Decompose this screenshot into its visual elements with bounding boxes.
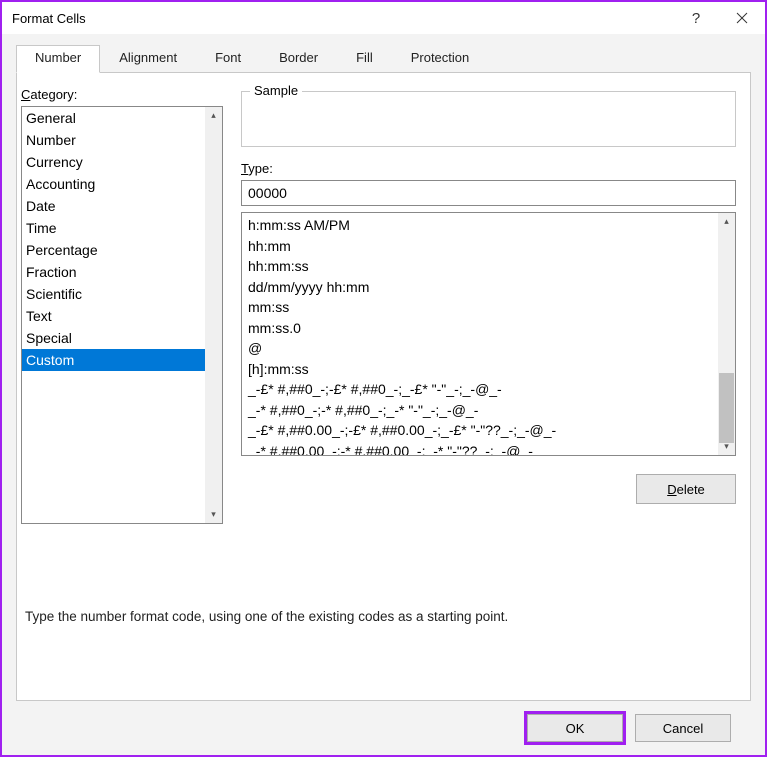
category-item[interactable]: Special — [22, 327, 205, 349]
category-scrollbar[interactable]: ▴ ▾ — [205, 107, 222, 523]
type-label-rest: ype: — [248, 161, 273, 176]
type-list-item[interactable]: hh:mm:ss — [248, 256, 712, 277]
category-item[interactable]: Text — [22, 305, 205, 327]
sample-legend: Sample — [250, 83, 302, 98]
type-list-item[interactable]: mm:ss.0 — [248, 318, 712, 339]
scroll-down-icon[interactable]: ▾ — [205, 506, 222, 523]
type-list-item[interactable]: h:mm:ss AM/PM — [248, 215, 712, 236]
scroll-up-icon[interactable]: ▴ — [205, 107, 222, 124]
category-label-rest: ategory: — [30, 87, 77, 102]
tab-strip: Number Alignment Font Border Fill Protec… — [16, 44, 751, 72]
help-button[interactable]: ? — [673, 2, 719, 34]
type-list-item[interactable]: _-* #,##0_-;-* #,##0_-;_-* "-"_-;_-@_- — [248, 400, 712, 421]
type-list-item[interactable]: dd/mm/yyyy hh:mm — [248, 277, 712, 298]
type-list-item[interactable]: @ — [248, 338, 712, 359]
type-list-item[interactable]: _-£* #,##0.00_-;-£* #,##0.00_-;_-£* "-"?… — [248, 420, 712, 441]
type-list-item[interactable]: _-£* #,##0_-;-£* #,##0_-;_-£* "-"_-;_-@_… — [248, 379, 712, 400]
format-cells-dialog: Format Cells ? Number Alignment Font Bor… — [0, 0, 767, 757]
category-column: Category: GeneralNumberCurrencyAccountin… — [17, 87, 223, 690]
tab-fill[interactable]: Fill — [337, 45, 392, 73]
type-scrollbar[interactable]: ▴ ▾ — [718, 213, 735, 455]
category-item[interactable]: Fraction — [22, 261, 205, 283]
title-bar: Format Cells ? — [2, 2, 765, 34]
category-item[interactable]: Custom — [22, 349, 205, 371]
right-column: Sample Type: h:mm:ss AM/PMhh:mmhh:mm:ssd… — [223, 87, 736, 690]
type-list-item[interactable]: mm:ss — [248, 297, 712, 318]
type-list-item[interactable]: _-* #,##0.00_-;-* #,##0.00_-;_-* "-"??_-… — [248, 441, 712, 457]
close-button[interactable] — [719, 2, 765, 34]
category-item[interactable]: Accounting — [22, 173, 205, 195]
ok-button[interactable]: OK — [527, 714, 623, 742]
scroll-up-icon[interactable]: ▴ — [718, 213, 735, 230]
category-item[interactable]: Percentage — [22, 239, 205, 261]
tab-border[interactable]: Border — [260, 45, 337, 73]
client-area: Number Alignment Font Border Fill Protec… — [2, 34, 765, 755]
cancel-button[interactable]: Cancel — [635, 714, 731, 742]
type-input[interactable] — [241, 180, 736, 206]
category-listbox[interactable]: GeneralNumberCurrencyAccountingDateTimeP… — [21, 106, 223, 524]
type-label: Type: — [241, 161, 736, 176]
tab-number[interactable]: Number — [16, 45, 100, 73]
window-title: Format Cells — [12, 11, 673, 26]
category-item[interactable]: Scientific — [22, 283, 205, 305]
tab-font[interactable]: Font — [196, 45, 260, 73]
close-icon — [736, 12, 748, 24]
help-text: Type the number format code, using one o… — [25, 609, 508, 624]
delete-button[interactable]: Delete — [636, 474, 736, 504]
category-accel: C — [21, 87, 30, 102]
category-item[interactable]: General — [22, 107, 205, 129]
type-listbox[interactable]: h:mm:ss AM/PMhh:mmhh:mm:ssdd/mm/yyyy hh:… — [241, 212, 736, 456]
type-list-item[interactable]: [h]:mm:ss — [248, 359, 712, 380]
sample-group: Sample — [241, 91, 736, 147]
tab-protection[interactable]: Protection — [392, 45, 489, 73]
tab-alignment[interactable]: Alignment — [100, 45, 196, 73]
button-bar: OK Cancel — [16, 701, 751, 755]
type-list-item[interactable]: hh:mm — [248, 236, 712, 257]
category-label: Category: — [21, 87, 223, 102]
scrollbar-thumb[interactable] — [719, 373, 734, 443]
category-item[interactable]: Currency — [22, 151, 205, 173]
category-item[interactable]: Date — [22, 195, 205, 217]
category-item[interactable]: Time — [22, 217, 205, 239]
category-item[interactable]: Number — [22, 129, 205, 151]
number-panel: Category: GeneralNumberCurrencyAccountin… — [16, 72, 751, 701]
